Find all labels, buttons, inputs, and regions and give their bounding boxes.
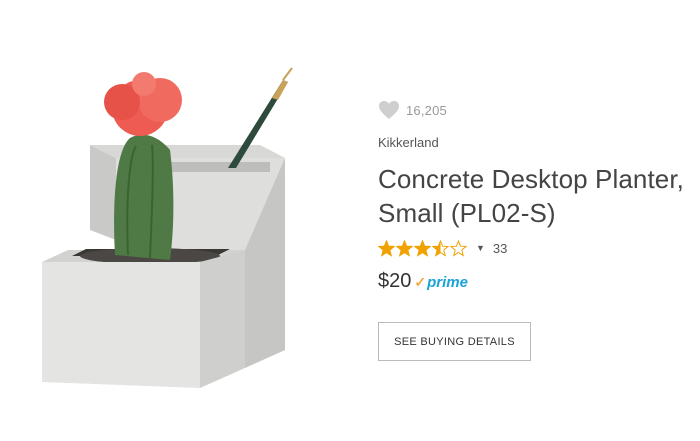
product-info: 16,205 Kikkerland Concrete Desktop Plant… (377, 98, 688, 361)
likes-row: 16,205 (378, 98, 688, 122)
brand-name[interactable]: Kikkerland (378, 135, 688, 150)
product-title[interactable]: Concrete Desktop Planter, Small (PL02-S) (378, 162, 688, 230)
rating-stars[interactable] (377, 239, 468, 257)
star-icon (413, 239, 432, 257)
product-image[interactable] (20, 50, 320, 410)
chevron-down-icon[interactable]: ▼ (476, 243, 485, 253)
prime-label: prime (427, 274, 468, 291)
star-icon (449, 239, 468, 257)
prime-badge: ✓ prime (414, 274, 468, 291)
review-count[interactable]: 33 (493, 241, 507, 256)
star-icon (377, 239, 396, 257)
star-icon (395, 239, 414, 257)
heart-icon[interactable] (378, 100, 400, 120)
prime-check-icon: ✓ (414, 274, 427, 290)
price: $20 (378, 270, 412, 292)
likes-count: 16,205 (406, 102, 447, 118)
price-row: $20 ✓ prime (378, 270, 688, 293)
star-icon (431, 239, 450, 257)
rating-row[interactable]: ▼ 33 (377, 238, 688, 258)
see-buying-details-button[interactable]: SEE BUYING DETAILS (378, 322, 531, 361)
planter-illustration (42, 67, 293, 388)
